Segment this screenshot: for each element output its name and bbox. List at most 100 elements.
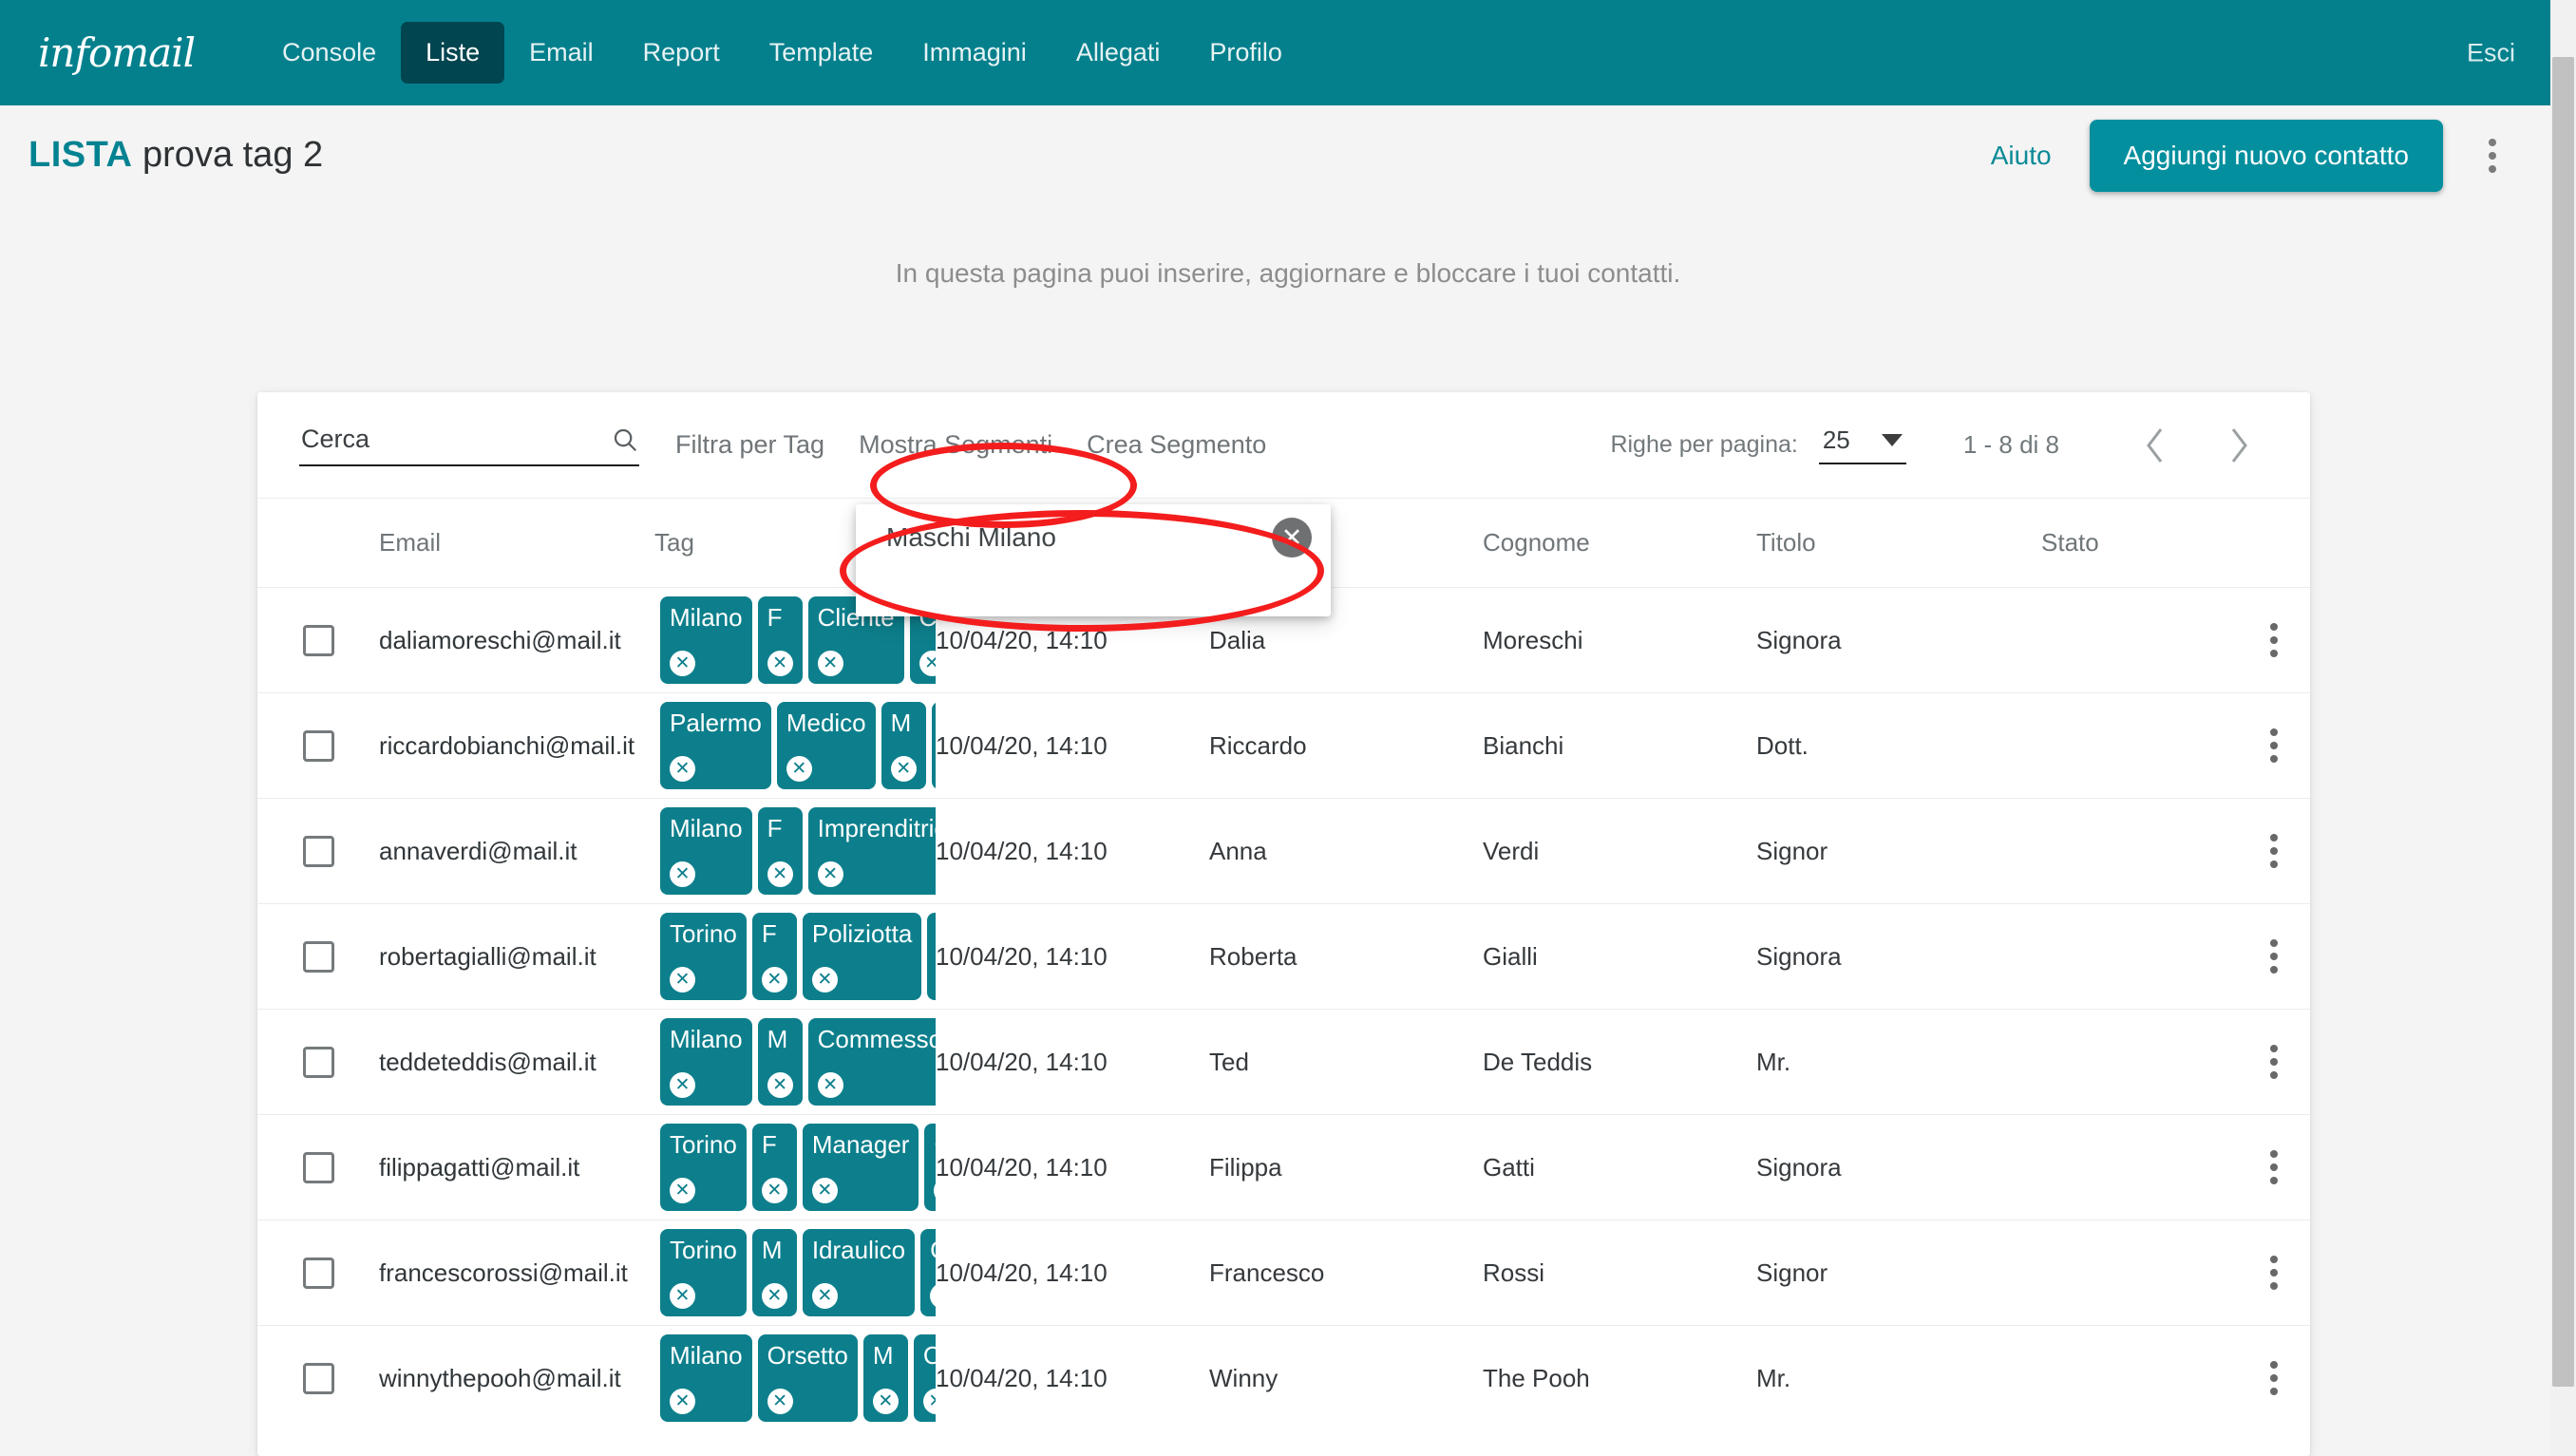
tag-chip[interactable]: Ga Si ✕ — [920, 1229, 936, 1316]
scrollbar-thumb[interactable] — [2552, 57, 2574, 1387]
row-overflow-menu-icon[interactable] — [2248, 1352, 2300, 1404]
table-row[interactable]: riccardobianchi@mail.it Palermo ✕ Medico ✕ M ✕… — [257, 692, 2310, 798]
tag-chip[interactable]: Torino ✕ — [660, 1124, 747, 1211]
tag-remove-icon[interactable]: ✕ — [817, 1072, 843, 1098]
row-overflow-menu-icon[interactable] — [2248, 1142, 2300, 1193]
tag-remove-icon[interactable]: ✕ — [922, 1389, 936, 1414]
column-header-cognome[interactable]: Cognome — [1483, 528, 1756, 558]
tag-remove-icon[interactable]: ✕ — [872, 1389, 899, 1414]
tag-remove-icon[interactable]: ✕ — [670, 1178, 695, 1203]
tag-chip[interactable]: Orsetto ✕ — [757, 1334, 858, 1422]
tag-chip[interactable]: Fi No✕ — [931, 702, 936, 789]
row-checkbox[interactable] — [302, 835, 334, 867]
row-overflow-menu-icon[interactable] — [2248, 720, 2300, 771]
column-header-titolo[interactable]: Titolo — [1756, 528, 2041, 558]
create-segment-link[interactable]: Crea Segmento — [1087, 430, 1266, 460]
tag-chip[interactable]: Clie ✕ — [913, 1334, 936, 1422]
row-checkbox[interactable] — [302, 1046, 334, 1078]
tag-chip[interactable]: M ✕ — [862, 1334, 908, 1422]
row-checkbox[interactable] — [302, 1362, 334, 1394]
row-overflow-menu-icon[interactable] — [2248, 931, 2300, 982]
search-input[interactable] — [299, 424, 611, 455]
filter-by-tag-link[interactable]: Filtra per Tag — [675, 430, 824, 460]
row-overflow-menu-icon[interactable] — [2248, 825, 2300, 877]
nav-item-template[interactable]: Template — [745, 22, 899, 84]
row-checkbox[interactable] — [302, 1257, 334, 1289]
tag-chip[interactable]: Commesso ✕ — [807, 1018, 936, 1106]
tag-chip[interactable]: Cl✕ — [927, 913, 936, 1000]
tag-chip[interactable]: Idraulico ✕ — [802, 1229, 916, 1316]
table-row[interactable]: annaverdi@mail.itMilano✕F✕Imprenditrice✕… — [257, 798, 2310, 903]
nav-item-console[interactable]: Console — [257, 22, 401, 84]
app-logo[interactable]: infomail — [38, 29, 196, 76]
table-row[interactable]: francescorossi@mail.it Torino ✕ M ✕ Idraulico… — [257, 1220, 2310, 1325]
tag-chip[interactable]: M ✕ — [757, 1018, 803, 1106]
tag-chip[interactable]: F ✕ — [751, 913, 797, 1000]
tag-remove-icon[interactable]: ✕ — [670, 1389, 695, 1414]
tag-remove-icon[interactable]: ✕ — [761, 1283, 787, 1309]
tag-chip[interactable]: Milano ✕ — [660, 1018, 752, 1106]
nav-item-liste[interactable]: Liste — [401, 22, 505, 84]
tag-chip[interactable]: Torino ✕ — [660, 1229, 747, 1316]
nav-item-profilo[interactable]: Profilo — [1184, 22, 1307, 84]
page-overflow-menu-icon[interactable] — [2466, 129, 2519, 182]
tag-remove-icon[interactable]: ✕ — [890, 756, 917, 782]
tag-chip[interactable]: F ✕ — [757, 807, 803, 895]
tag-remove-icon[interactable]: ✕ — [811, 1283, 838, 1309]
row-checkbox[interactable] — [302, 940, 334, 973]
column-header-stato[interactable]: Stato — [2041, 528, 2231, 558]
row-checkbox[interactable] — [302, 1151, 334, 1183]
row-checkbox[interactable] — [302, 624, 334, 656]
tag-remove-icon[interactable]: ✕ — [919, 651, 936, 676]
rows-per-page-select[interactable]: 25 — [1818, 425, 1906, 464]
search-field[interactable] — [299, 424, 639, 466]
tag-chip[interactable]: Imprenditrice ✕ — [807, 807, 936, 895]
tag-remove-icon[interactable]: ✕ — [670, 967, 695, 993]
tag-remove-icon[interactable]: ✕ — [670, 1072, 695, 1098]
segment-list-item[interactable]: Maschi Milano ✕ — [856, 504, 1331, 571]
tag-remove-icon[interactable]: ✕ — [934, 1178, 936, 1203]
tag-remove-icon[interactable]: ✕ — [761, 967, 787, 993]
nav-item-allegati[interactable]: Allegati — [1051, 22, 1185, 84]
show-segments-link[interactable]: Mostra Segmenti — [859, 430, 1052, 460]
nav-item-immagini[interactable]: Immagini — [898, 22, 1051, 84]
tag-remove-icon[interactable]: ✕ — [670, 651, 695, 676]
column-header-email[interactable]: Email — [379, 528, 654, 558]
tag-chip[interactable]: Medico ✕ — [776, 702, 876, 789]
tag-chip[interactable]: Milano ✕ — [660, 596, 752, 684]
tag-chip[interactable]: Manager ✕ — [802, 1124, 919, 1211]
row-overflow-menu-icon[interactable] — [2248, 1036, 2300, 1087]
nav-item-report[interactable]: Report — [618, 22, 745, 84]
tag-remove-icon[interactable]: ✕ — [767, 1072, 793, 1098]
help-link[interactable]: Aiuto — [1991, 141, 2052, 171]
row-overflow-menu-icon[interactable] — [2248, 1247, 2300, 1298]
table-row[interactable]: teddeteddis@mail.it Milano ✕ M ✕ Commesso ✕ 10/… — [257, 1009, 2310, 1114]
tag-chip[interactable]: M ✕ — [881, 702, 926, 789]
table-row[interactable]: filippagatti@mail.itTorino✕F✕Manager✕Cli… — [257, 1114, 2310, 1220]
nav-item-email[interactable]: Email — [504, 22, 618, 84]
tag-remove-icon[interactable]: ✕ — [811, 1178, 838, 1203]
tag-chip[interactable]: M ✕ — [751, 1229, 797, 1316]
table-row[interactable]: winnythepooh@mail.itMilano✕Orsetto✕M✕Cli… — [257, 1325, 2310, 1430]
tag-remove-icon[interactable]: ✕ — [767, 1389, 793, 1414]
tag-remove-icon[interactable]: ✕ — [786, 756, 812, 782]
page-scrollbar[interactable] — [2550, 0, 2576, 1456]
tag-remove-icon[interactable]: ✕ — [670, 1283, 695, 1309]
row-checkbox[interactable] — [302, 729, 334, 762]
row-overflow-menu-icon[interactable] — [2248, 615, 2300, 666]
tag-chip[interactable]: Poliziotta ✕ — [802, 913, 922, 1000]
tag-chip[interactable]: Milano ✕ — [660, 1334, 752, 1422]
add-contact-button[interactable]: Aggiungi nuovo contatto — [2089, 119, 2443, 192]
tag-chip[interactable]: Palermo ✕ — [660, 702, 771, 789]
tag-remove-icon[interactable]: ✕ — [767, 651, 793, 676]
tag-chip[interactable]: Milano ✕ — [660, 807, 752, 895]
tag-remove-icon[interactable]: ✕ — [670, 861, 695, 887]
tag-remove-icon[interactable]: ✕ — [761, 1178, 787, 1203]
tag-chip[interactable]: F ✕ — [751, 1124, 797, 1211]
tag-chip[interactable]: F ✕ — [757, 596, 803, 684]
table-row[interactable]: robertagialli@mail.it Torino ✕ F ✕ Poliziotta… — [257, 903, 2310, 1009]
close-icon[interactable]: ✕ — [1272, 518, 1312, 558]
next-page-button[interactable] — [2209, 416, 2268, 475]
previous-page-button[interactable] — [2126, 416, 2185, 475]
tag-remove-icon[interactable]: ✕ — [930, 1283, 936, 1309]
